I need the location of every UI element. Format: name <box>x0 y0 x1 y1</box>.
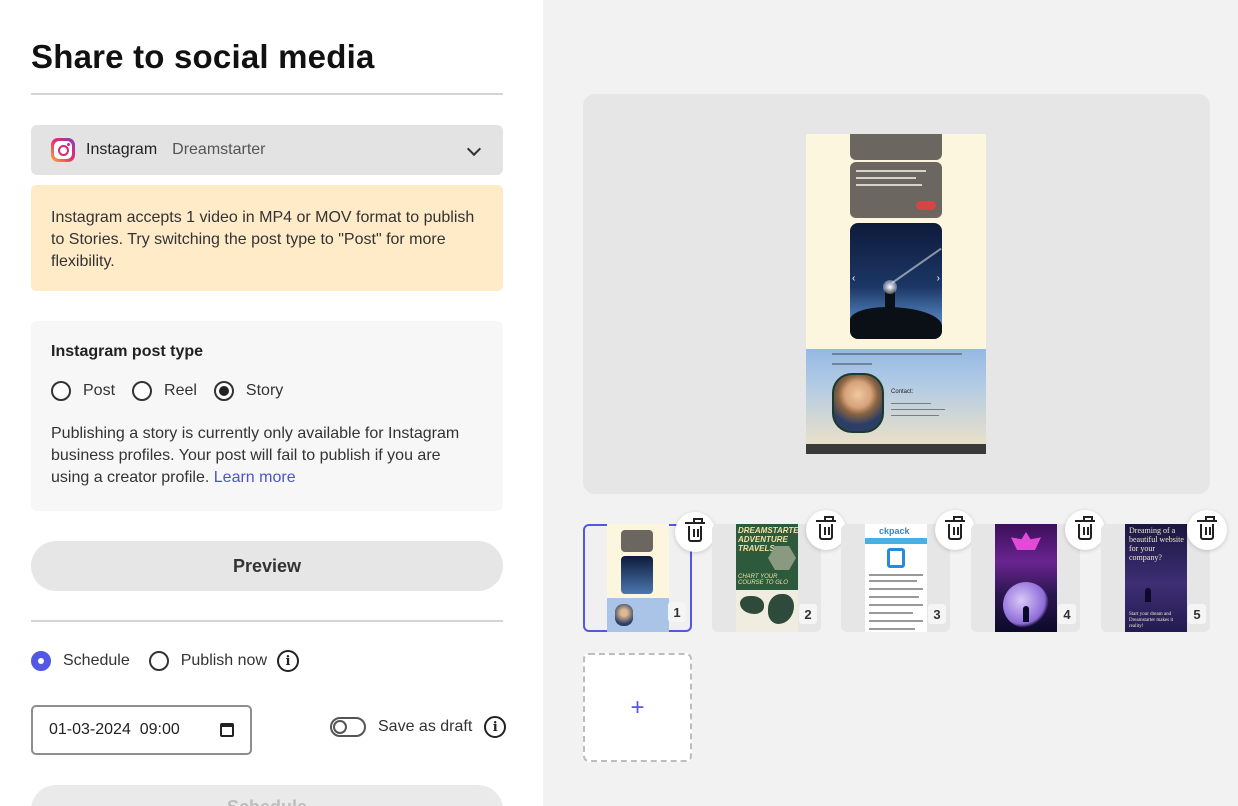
thumbnail-headline: ckpack <box>879 526 910 536</box>
radio-story-label: Story <box>245 382 284 399</box>
learn-more-link[interactable]: Learn more <box>214 469 296 486</box>
account-selector[interactable]: Instagram Dreamstarter <box>31 125 503 175</box>
post-type-label: Instagram post type <box>51 343 204 360</box>
thumbnail-3[interactable]: ckpack 3 <box>841 510 975 632</box>
trash-icon[interactable] <box>806 510 846 550</box>
thumbnail-subline: CHART YOUR COURSE TO GLO <box>738 574 798 586</box>
thumbnail-number: 4 <box>1058 604 1076 624</box>
avatar <box>832 373 884 433</box>
preview-card <box>850 162 942 218</box>
save-draft-row: Save as draft i <box>330 716 507 738</box>
account-name: Dreamstarter <box>172 141 266 158</box>
thumbnail-number: 1 <box>668 602 686 622</box>
radio-post-label: Post <box>83 382 116 399</box>
post-type-description: Publishing a story is currently only ava… <box>51 423 483 489</box>
preview-panel: ‹ › Contact: 1 DREAMSTARTER ADVENTURE TR… <box>543 0 1238 806</box>
share-panel: Share to social media Instagram Dreamsta… <box>0 0 543 806</box>
datetime-value: 01-03-2024 09:00 <box>49 721 180 738</box>
post-type-reel-option[interactable]: Reel <box>132 381 197 401</box>
trash-icon[interactable] <box>1065 510 1105 550</box>
divider <box>31 93 503 95</box>
post-type-post-option[interactable]: Post <box>51 381 115 401</box>
post-type-section: Instagram post type Post Reel Story Publ… <box>31 321 503 511</box>
schedule-datetime-input[interactable]: 01-03-2024 09:00 <box>31 705 252 755</box>
publish-mode-group: Schedule Publish now i <box>31 650 299 672</box>
save-draft-label: Save as draft <box>378 718 473 735</box>
preview-footer <box>806 444 986 454</box>
thumbnail-image: DREAMSTARTER ADVENTURE TRAVELS CHART YOU… <box>736 524 798 632</box>
radio-post[interactable] <box>51 381 71 401</box>
post-type-radio-group: Post Reel Story <box>51 381 483 401</box>
thumbnail-4[interactable]: 4 <box>971 510 1105 632</box>
thumbnail-2[interactable]: DREAMSTARTER ADVENTURE TRAVELS CHART YOU… <box>712 510 846 632</box>
page-title: Share to social media <box>31 38 375 75</box>
post-type-story-option[interactable]: Story <box>213 381 284 401</box>
thumbnail-subline: Start your dream and Dreamstarter makes … <box>1129 612 1174 629</box>
save-draft-toggle[interactable] <box>330 717 366 737</box>
info-icon[interactable]: i <box>277 650 299 672</box>
instagram-icon <box>51 138 75 162</box>
account-platform: Instagram <box>86 141 158 158</box>
thumbnail-image <box>607 524 669 632</box>
thumbnail-image: Dreaming of a beautiful website for your… <box>1125 524 1187 632</box>
preview-card <box>850 134 942 160</box>
trash-icon[interactable] <box>1187 510 1227 550</box>
radio-reel[interactable] <box>132 381 153 401</box>
radio-schedule[interactable] <box>31 651 51 671</box>
preview-contact-section: Contact: <box>806 349 986 444</box>
preview-stage: ‹ › Contact: <box>583 94 1210 494</box>
thumbnail-number: 3 <box>928 604 946 624</box>
trash-icon[interactable] <box>675 512 715 552</box>
format-notice: Instagram accepts 1 video in MP4 or MOV … <box>31 185 503 291</box>
schedule-button[interactable]: Schedule <box>31 785 503 806</box>
thumbnail-number: 2 <box>799 604 817 624</box>
thumbnail-image <box>995 524 1057 632</box>
chevron-down-icon[interactable] <box>466 141 482 157</box>
thumbnail-5[interactable]: Dreaming of a beautiful website for your… <box>1101 510 1227 632</box>
thumbnail-headline: Dreaming of a beautiful website for your… <box>1129 526 1184 562</box>
thumbnail-1[interactable]: 1 <box>583 512 715 632</box>
thumbnail-strip: 1 DREAMSTARTER ADVENTURE TRAVELS CHART Y… <box>583 510 1227 634</box>
radio-story[interactable] <box>213 381 234 401</box>
publish-now-label: Publish now <box>180 652 267 669</box>
thumbnail-image: ckpack <box>865 524 927 632</box>
add-media-button[interactable]: + <box>583 653 692 762</box>
lighthouse-photo: ‹ › <box>850 223 942 339</box>
trash-icon[interactable] <box>935 510 975 550</box>
info-icon[interactable]: i <box>484 716 507 738</box>
radio-publish-now[interactable] <box>148 651 169 671</box>
preview-button[interactable]: Preview <box>31 541 503 591</box>
contact-heading: Contact: <box>891 389 914 395</box>
schedule-label: Schedule <box>63 652 130 669</box>
divider <box>31 620 503 622</box>
thumbnail-number: 5 <box>1188 604 1206 624</box>
radio-reel-label: Reel <box>164 382 197 399</box>
story-preview-image: ‹ › Contact: <box>806 134 986 454</box>
calendar-icon[interactable] <box>220 723 234 737</box>
